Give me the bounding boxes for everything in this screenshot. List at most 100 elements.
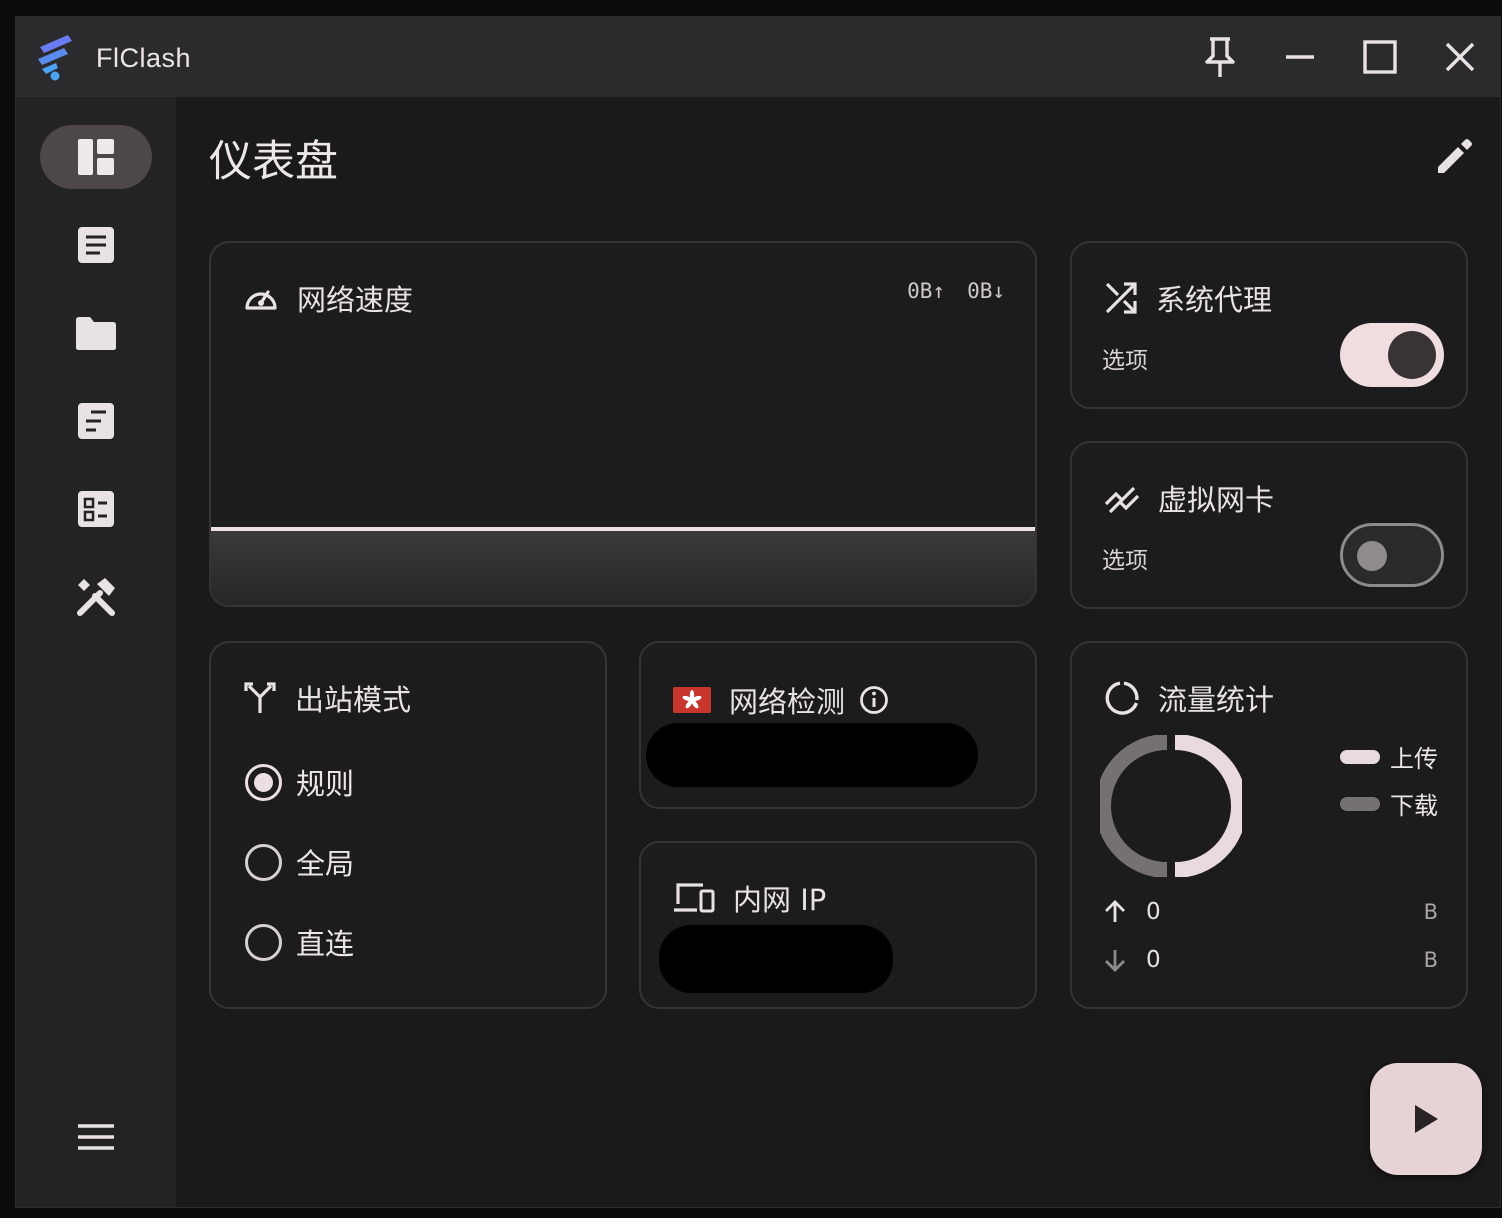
close-icon [1445,42,1475,72]
pin-icon [1205,37,1235,77]
traffic-legend: 上传 下载 [1340,739,1438,821]
list-icon [78,403,114,439]
article-icon [78,227,114,263]
app-window: FlClash 仪表盘 网络速度 0B↑ 0B↓ 系统代理 选项 虚拟网卡 选项… [15,16,1501,1208]
sidebar-item-proxies[interactable] [40,213,152,277]
dashboard-icon [78,139,114,175]
intranet-ip-title: 内网 IP [733,883,827,917]
outbound-mode-header: 出站模式 [243,677,411,719]
download-value: 0 [1146,947,1161,973]
minimize-button[interactable] [1278,35,1322,79]
arrow-up-icon [1105,900,1125,922]
arrow-down-icon [1105,950,1125,972]
radio-checked[interactable] [245,763,282,801]
edit-button[interactable] [1430,133,1478,181]
legend-upload-label: 上传 [1390,745,1438,773]
mode-option-label: 规则 [296,767,355,801]
mode-option-global[interactable]: 全局 [245,841,354,883]
upload-speed: 0B↑ [907,279,946,303]
upload-unit: B [1423,900,1438,924]
network-check-card: 网络检测 [639,641,1037,809]
toggle-knob [1357,541,1387,571]
legend-swatch-upload [1340,749,1380,764]
system-proxy-option[interactable]: 选项 [1102,341,1148,375]
intranet-ip-card: 内网 IP [639,841,1037,1009]
network-speed-header: 网络速度 [243,277,413,319]
legend-download-label: 下载 [1390,792,1438,820]
traffic-donut-chart [1100,735,1242,877]
upload-stat: 0 B [1104,899,1438,925]
devices-icon [674,883,715,913]
donut-icon [1105,681,1139,715]
legend-download: 下载 [1340,786,1438,821]
network-check-header: 网络检测 [673,679,889,721]
start-button[interactable] [1370,1063,1482,1175]
speedometer-icon [245,290,277,310]
tun-title: 虚拟网卡 [1158,483,1275,517]
radio-unchecked[interactable] [245,843,282,881]
legend-upload: 上传 [1340,739,1438,774]
sidebar-item-dashboard[interactable] [40,125,152,189]
download-speed: 0B↓ [967,279,1005,303]
network-speed-card: 网络速度 0B↑ 0B↓ [209,241,1037,607]
download-unit: B [1423,948,1438,972]
traffic-stats-card: 流量统计 上传 下载 0 B 0 B [1070,641,1468,1009]
network-check-result [646,723,978,787]
mode-option-label: 全局 [296,847,355,881]
minimize-icon [1286,55,1314,59]
intranet-ip-header: 内网 IP [673,877,826,919]
edit-icon [1438,139,1472,173]
system-proxy-header: 系统代理 [1104,277,1272,319]
close-button[interactable] [1438,35,1482,79]
system-proxy-title: 系统代理 [1156,283,1273,317]
title-bar[interactable]: FlClash [16,17,1500,97]
tun-option[interactable]: 选项 [1102,541,1148,575]
maximize-icon [1363,40,1397,74]
folder-icon [76,317,116,350]
radio-unchecked[interactable] [245,923,282,961]
mode-option-direct[interactable]: 直连 [245,921,354,963]
mode-option-label: 直连 [296,927,355,961]
tun-card: 虚拟网卡 选项 [1070,441,1468,609]
page-title: 仪表盘 [209,137,338,187]
tun-toggle[interactable] [1340,523,1444,587]
speed-chart-area [211,531,1035,605]
sidebar-item-tools[interactable] [40,565,152,629]
traffic-stats-header: 流量统计 [1104,677,1274,719]
pin-button[interactable] [1198,35,1242,79]
download-stat: 0 B [1104,947,1438,973]
trending-icon [1104,486,1140,514]
menu-button[interactable] [40,1105,152,1169]
play-icon [1415,1105,1438,1133]
info-icon[interactable] [859,685,889,715]
fork-icon [244,682,276,713]
legend-swatch-download [1340,796,1380,811]
toggle-knob [1388,331,1436,379]
system-proxy-toggle[interactable] [1340,323,1444,387]
main-content: 仪表盘 网络速度 0B↑ 0B↓ 系统代理 选项 虚拟网卡 选项 出站模式 规则… [176,97,1500,1207]
outbound-mode-card: 出站模式 规则 全局 直连 [209,641,607,1009]
download-arc [1100,735,1168,877]
app-logo-icon [38,35,72,81]
outbound-mode-title: 出站模式 [295,683,412,717]
traffic-stats-title: 流量统计 [1158,683,1275,717]
hk-flag-icon [673,687,711,713]
shuffle-icon [1105,282,1137,314]
sidebar-item-resources[interactable] [40,477,152,541]
mode-option-rule[interactable]: 规则 [245,761,354,803]
sidebar-item-requests[interactable] [40,389,152,453]
app-title: FlClash [96,43,192,73]
tools-icon [77,578,115,616]
network-speed-title: 网络速度 [297,283,414,317]
system-proxy-card: 系统代理 选项 [1070,241,1468,409]
network-check-title: 网络检测 [729,685,846,719]
speed-values: 0B↑ 0B↓ [907,279,1005,303]
sidebar-item-profiles[interactable] [40,301,152,365]
checklist-icon [78,491,114,527]
upload-arc [1174,735,1242,877]
tun-header: 虚拟网卡 [1104,477,1274,519]
upload-value: 0 [1146,899,1161,925]
intranet-ip-value [659,925,893,993]
maximize-button[interactable] [1358,35,1402,79]
menu-icon [78,1124,114,1150]
